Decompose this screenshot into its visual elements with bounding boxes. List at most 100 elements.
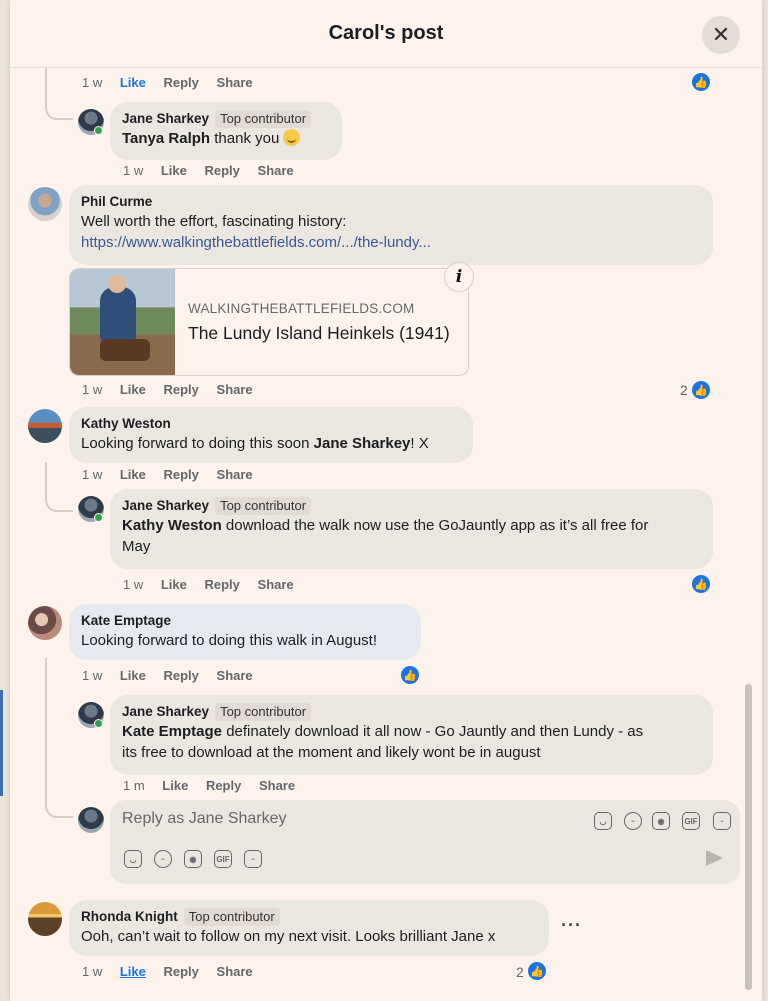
- thumbs-up-icon[interactable]: 👍: [401, 666, 419, 684]
- comment-author[interactable]: Jane Sharkey: [122, 704, 209, 719]
- timestamp: 1 w: [123, 163, 144, 178]
- close-icon[interactable]: ✕: [702, 16, 740, 54]
- comment-actions: 1 w Like Reply Share: [82, 381, 267, 399]
- comment-text: Looking forward to doing this walk in Au…: [81, 632, 378, 649]
- dialog-title: Carol's post: [328, 22, 444, 44]
- gif-icon[interactable]: GIF: [682, 812, 700, 830]
- mention-link[interactable]: Kathy Weston: [122, 517, 222, 534]
- comment-bubble: Kathy Weston Looking forward to doing th…: [69, 407, 473, 463]
- avatar[interactable]: [28, 409, 62, 443]
- top-contributor-badge: Top contributor: [183, 908, 280, 926]
- timestamp: 1 m: [123, 778, 145, 793]
- emoji-icon[interactable]: ᵕ: [624, 812, 642, 830]
- share-button[interactable]: Share: [217, 668, 253, 683]
- like-button[interactable]: Like: [120, 382, 146, 397]
- comment-author[interactable]: Kathy Weston: [81, 415, 461, 433]
- comment-text: definately download it all now - Go Jaun…: [222, 723, 644, 740]
- comment-text: Well worth the effort, fascinating histo…: [81, 213, 347, 230]
- avatar[interactable]: [28, 606, 62, 640]
- reply-button[interactable]: Reply: [164, 75, 199, 90]
- like-count: 2: [516, 964, 524, 980]
- reply-button[interactable]: Reply: [164, 668, 199, 683]
- online-status-icon: [94, 719, 103, 728]
- reply-button[interactable]: Reply: [206, 778, 241, 793]
- timestamp: 1 w: [123, 577, 144, 592]
- timestamp: 1 w: [82, 382, 103, 397]
- sticker-icon[interactable]: ◡: [124, 850, 142, 868]
- link-preview-image: [70, 269, 175, 375]
- comment-actions: 1 w Like Reply Share: [82, 74, 267, 92]
- thumbs-up-icon[interactable]: 👍: [692, 381, 710, 399]
- avatar-sticker-icon[interactable]: ᵕ: [713, 812, 731, 830]
- share-button[interactable]: Share: [258, 577, 294, 592]
- thread-connector: [45, 700, 73, 818]
- comment-actions: 1 w Like Reply Share: [123, 576, 308, 594]
- reply-button[interactable]: Reply: [164, 382, 199, 397]
- reply-button[interactable]: Reply: [164, 467, 199, 482]
- camera-icon[interactable]: ◉: [652, 812, 670, 830]
- smile-emoji-icon: [283, 129, 301, 146]
- more-options-icon[interactable]: ···: [561, 915, 582, 936]
- comment-link[interactable]: https://www.walkingthebattlefields.com/.…: [81, 232, 701, 253]
- timestamp: 1 w: [82, 964, 103, 979]
- thumbs-up-icon[interactable]: 👍: [528, 962, 546, 980]
- comment-actions: 1 m Like Reply Share: [123, 777, 309, 795]
- camera-icon[interactable]: ◉: [184, 850, 202, 868]
- reply-composer[interactable]: Reply as Jane Sharkey ◡ ᵕ ◉ GIF ᵕ ◡ ᵕ ◉ …: [110, 800, 740, 884]
- comment-bubble: Kate Emptage Looking forward to doing th…: [69, 604, 421, 660]
- reply-button[interactable]: Reply: [164, 964, 199, 979]
- reply-button[interactable]: Reply: [205, 163, 240, 178]
- link-preview-card[interactable]: WALKINGTHEBATTLEFIELDS.COM The Lundy Isl…: [69, 268, 469, 376]
- avatar: [78, 807, 104, 833]
- comment-author[interactable]: Kate Emptage: [81, 612, 409, 630]
- comment-text: download the walk now use the GoJauntly …: [221, 517, 649, 534]
- mention-link[interactable]: Tanya Ralph: [122, 130, 210, 147]
- like-button[interactable]: Like: [120, 964, 146, 979]
- comment-bubble: Jane Sharkey Top contributor Tanya Ralph …: [110, 102, 342, 160]
- share-button[interactable]: Share: [258, 163, 294, 178]
- reply-button[interactable]: Reply: [205, 577, 240, 592]
- comment-text: thank you: [210, 130, 284, 147]
- share-button[interactable]: Share: [217, 964, 253, 979]
- reply-input[interactable]: Reply as Jane Sharkey: [122, 810, 287, 828]
- share-button[interactable]: Share: [217, 75, 253, 90]
- like-button[interactable]: Like: [120, 75, 146, 90]
- online-status-icon: [94, 513, 103, 522]
- thread-connector: [45, 88, 73, 120]
- comment-author[interactable]: Phil Curme: [81, 193, 701, 211]
- link-preview-title: The Lundy Island Heinkels (1941): [188, 323, 450, 343]
- avatar-sticker-icon[interactable]: ᵕ: [244, 850, 262, 868]
- like-button[interactable]: Like: [120, 668, 146, 683]
- send-icon[interactable]: [706, 850, 723, 866]
- avatar[interactable]: [28, 187, 62, 221]
- comment-author[interactable]: Jane Sharkey: [122, 498, 209, 513]
- share-button[interactable]: Share: [217, 467, 253, 482]
- comment-bubble: Phil Curme Well worth the effort, fascin…: [69, 185, 713, 265]
- avatar[interactable]: [28, 902, 62, 936]
- like-button[interactable]: Like: [161, 163, 187, 178]
- thumbs-up-icon: 👍: [692, 73, 710, 91]
- share-button[interactable]: Share: [259, 778, 295, 793]
- thumbs-up-icon[interactable]: 👍: [692, 575, 710, 593]
- like-button[interactable]: Like: [162, 778, 188, 793]
- comment-text: Ooh, can’t wait to follow on my next vis…: [81, 928, 496, 945]
- like-button[interactable]: Like: [120, 467, 146, 482]
- comment-text-end: ! X: [410, 435, 429, 452]
- top-contributor-badge: Top contributor: [215, 497, 312, 515]
- comment-author[interactable]: Jane Sharkey: [122, 111, 209, 126]
- mention-link[interactable]: Jane Sharkey: [314, 435, 411, 452]
- comment-author[interactable]: Rhonda Knight: [81, 909, 178, 924]
- link-preview-domain: WALKINGTHEBATTLEFIELDS.COM: [188, 301, 415, 316]
- thread-connector: [45, 470, 73, 512]
- emoji-icon[interactable]: ᵕ: [154, 850, 172, 868]
- mention-link[interactable]: Kate Emptage: [122, 723, 222, 740]
- comment-bubble: Jane Sharkey Top contributor Kathy Weston…: [110, 489, 713, 569]
- comment-text-line2: its free to download at the moment and l…: [122, 744, 541, 761]
- dialog-header: Carol's post ✕: [10, 0, 762, 68]
- sticker-icon[interactable]: ◡: [594, 812, 612, 830]
- gif-icon[interactable]: GIF: [214, 850, 232, 868]
- info-icon[interactable]: i: [444, 262, 474, 292]
- scrollbar[interactable]: [745, 684, 752, 990]
- share-button[interactable]: Share: [217, 382, 253, 397]
- like-button[interactable]: Like: [161, 577, 187, 592]
